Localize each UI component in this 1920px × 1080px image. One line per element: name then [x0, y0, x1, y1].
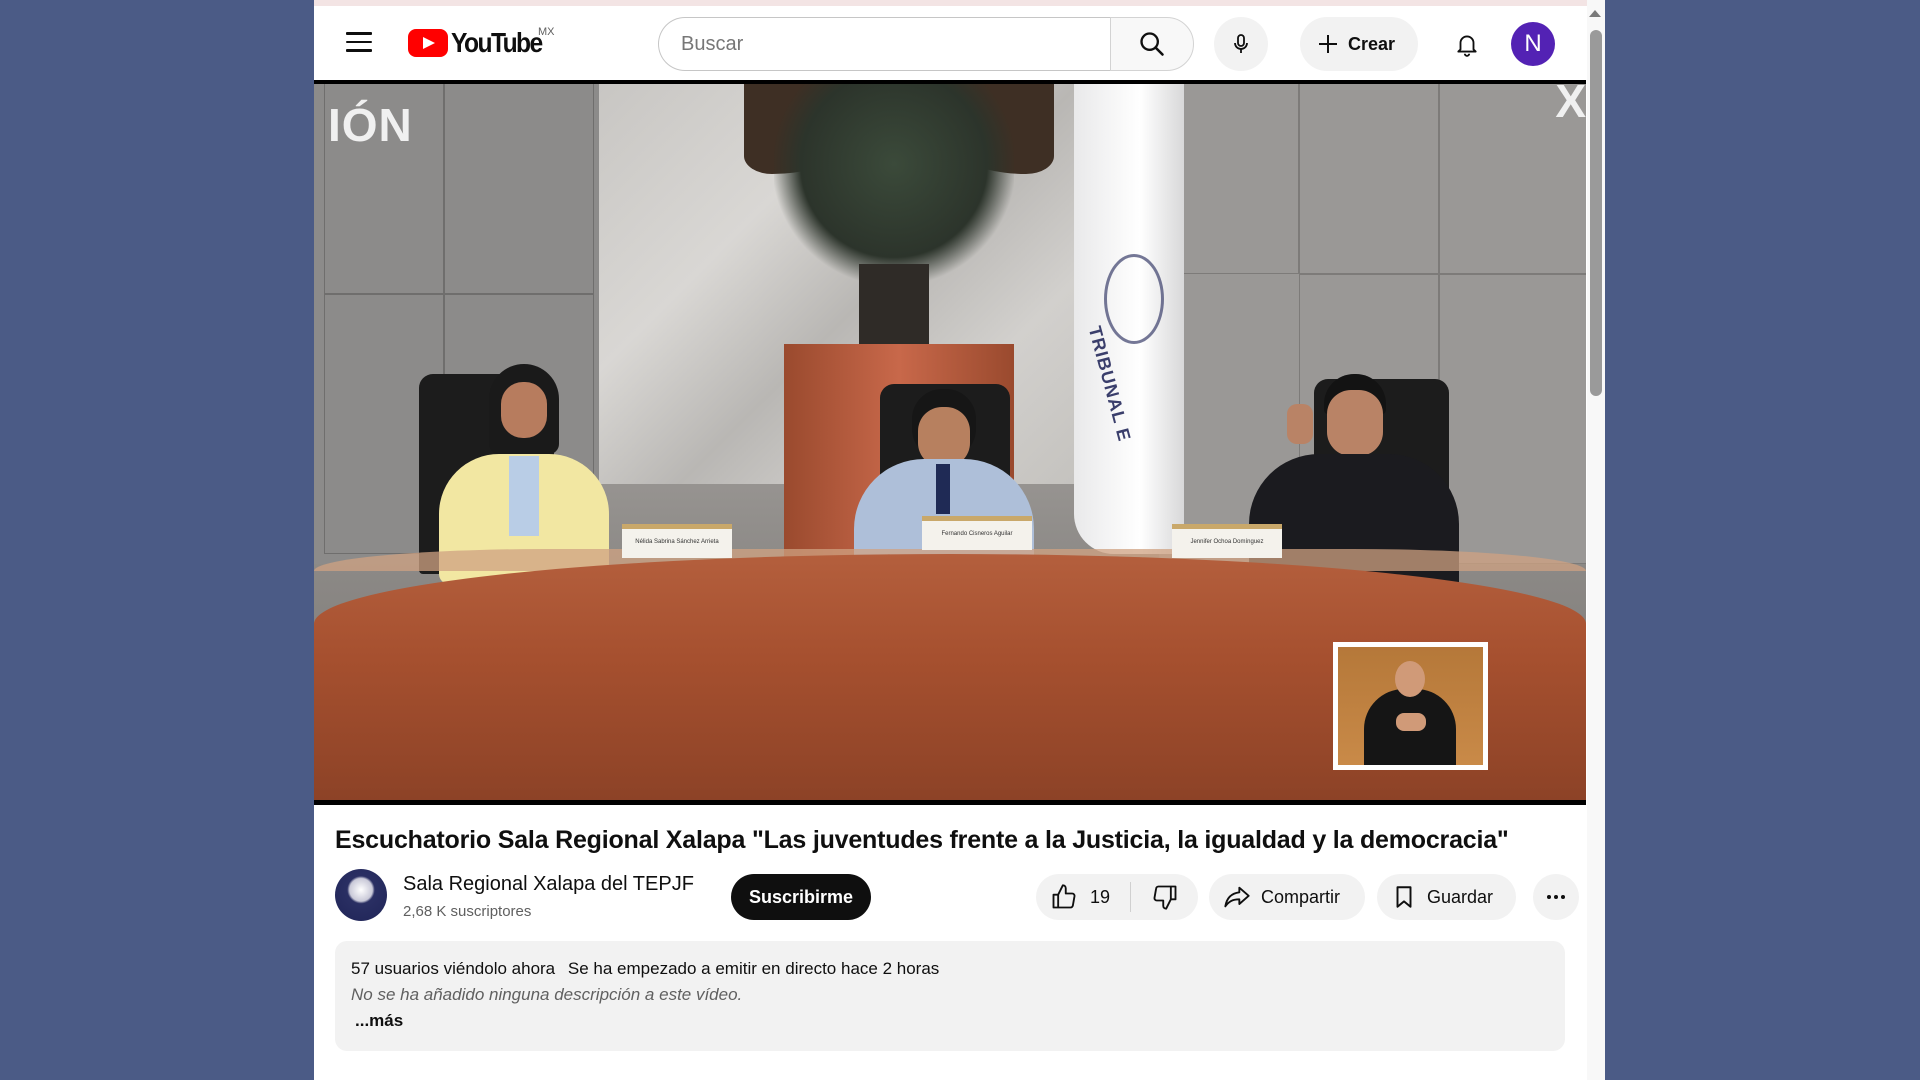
like-dislike-bar: 19 [1036, 874, 1198, 920]
more-actions-button[interactable] [1533, 874, 1579, 920]
youtube-logo[interactable]: YouTube MX [408, 26, 555, 60]
search-box [658, 17, 1194, 71]
video-player[interactable]: TRIBUNAL E Nélida Sabrina Sánchez Arriet… [314, 80, 1586, 805]
sign-language-interpreter-inset [1333, 642, 1488, 770]
scroll-up-arrow-icon[interactable] [1589, 10, 1601, 17]
search-icon [1140, 32, 1164, 56]
save-label: Guardar [1427, 886, 1494, 907]
stream-started: Se ha empezado a emitir en directo hace … [567, 959, 940, 978]
account-avatar[interactable]: N [1511, 22, 1555, 66]
overlay-text-left: IÓN [328, 99, 413, 151]
share-label: Compartir [1261, 886, 1341, 907]
channel-name[interactable]: Sala Regional Xalapa del TEPJF [403, 873, 694, 896]
like-count: 19 [1090, 886, 1111, 907]
scrollbar-thumb[interactable] [1590, 30, 1602, 396]
subscribe-button[interactable]: Suscribirme [731, 874, 871, 920]
voice-search-button[interactable] [1214, 17, 1268, 71]
flag-seal [1104, 254, 1164, 344]
channel-avatar[interactable] [335, 869, 387, 921]
like-button[interactable]: 19 [1036, 882, 1131, 912]
search-input[interactable] [658, 17, 1110, 71]
thumbs-down-icon [1153, 885, 1176, 910]
microphone-icon [1234, 34, 1248, 53]
live-viewers: 57 usuarios viéndolo ahora [351, 959, 556, 978]
nameplate-center: Fernando Cisneros Aguilar [922, 516, 1032, 550]
dislike-button[interactable] [1131, 874, 1198, 920]
video-title: Escuchatorio Sala Regional Xalapa "Las j… [335, 826, 1509, 854]
thumbs-up-icon [1052, 884, 1076, 909]
share-button[interactable]: Compartir [1209, 874, 1365, 920]
overlay-text-right: X [1555, 84, 1586, 127]
eagle-sculpture [774, 84, 1014, 284]
play-logo-icon [408, 29, 448, 57]
nameplate-left: Nélida Sabrina Sánchez Arrieta [622, 524, 732, 558]
menu-icon[interactable] [346, 32, 372, 52]
show-more-link[interactable]: ...más [355, 1011, 403, 1031]
panelist-left [429, 364, 619, 584]
description-meta: 57 usuarios viéndolo ahora Se ha empezad… [351, 959, 939, 979]
create-button[interactable]: Crear [1300, 17, 1418, 71]
description-text: No se ha añadido ninguna descripción a e… [351, 985, 743, 1004]
save-button[interactable]: Guardar [1377, 874, 1516, 920]
plus-icon [1319, 35, 1337, 53]
bookmark-icon [1396, 886, 1412, 908]
notifications-button[interactable] [1440, 17, 1494, 71]
masthead: YouTube MX Crear [314, 6, 1587, 80]
more-horizontal-icon [1547, 895, 1565, 899]
logo-text: YouTube [451, 27, 543, 58]
subscriber-count: 2,68 K suscriptores [403, 903, 532, 920]
browser-window: YouTube MX Crear [314, 0, 1605, 1080]
video-owner-row: Sala Regional Xalapa del TEPJF 2,68 K su… [335, 868, 1579, 922]
scrollbar[interactable] [1587, 0, 1605, 1080]
nameplate-right: Jennifer Ochoa Domínguez [1172, 524, 1282, 558]
country-code: MX [538, 26, 555, 38]
video-frame: TRIBUNAL E Nélida Sabrina Sánchez Arriet… [314, 84, 1586, 800]
bell-icon [1457, 35, 1477, 57]
create-label: Crear [1348, 33, 1396, 54]
share-icon [1224, 886, 1250, 908]
description-box[interactable]: 57 usuarios viéndolo ahora Se ha empezad… [335, 941, 1565, 1051]
search-button[interactable] [1110, 17, 1194, 71]
